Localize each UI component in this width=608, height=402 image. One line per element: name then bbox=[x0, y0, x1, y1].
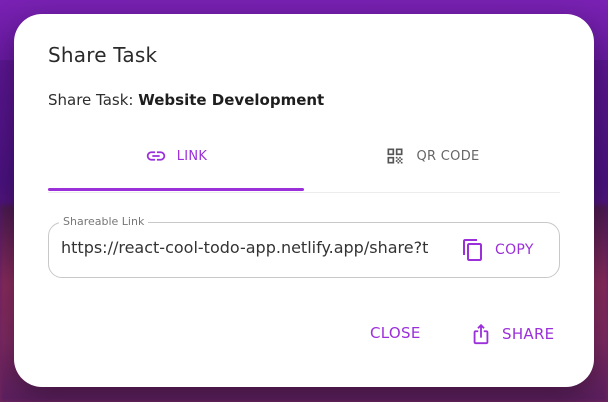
share-tabs: LINK QR CODE bbox=[48, 126, 560, 193]
share-task-dialog: Share Task Share Task: Website Developme… bbox=[14, 14, 594, 387]
share-button[interactable]: SHARE bbox=[470, 322, 554, 346]
copy-button[interactable]: COPY bbox=[461, 233, 534, 267]
tab-qr-label: QR CODE bbox=[416, 148, 480, 164]
shareable-link-label: Shareable Link bbox=[59, 215, 149, 228]
copy-icon bbox=[461, 238, 485, 262]
tab-qr-code[interactable]: QR CODE bbox=[304, 126, 560, 186]
dialog-subtitle: Share Task: Website Development bbox=[48, 91, 324, 109]
tab-link-label: LINK bbox=[176, 148, 208, 164]
tab-link[interactable]: LINK bbox=[48, 126, 304, 186]
qr-code-icon bbox=[384, 145, 406, 167]
link-icon bbox=[145, 145, 167, 167]
tab-indicator bbox=[48, 188, 304, 191]
share-label: SHARE bbox=[502, 325, 555, 343]
close-button[interactable]: CLOSE bbox=[370, 324, 421, 342]
share-icon bbox=[470, 322, 492, 346]
task-name: Website Development bbox=[138, 91, 325, 109]
shareable-link-input[interactable]: https://react-cool-todo-app.netlify.app/… bbox=[61, 238, 441, 257]
dialog-title: Share Task bbox=[48, 43, 158, 67]
copy-label: COPY bbox=[495, 242, 534, 258]
shareable-link-field: Shareable Link https://react-cool-todo-a… bbox=[48, 215, 560, 278]
subtitle-prefix: Share Task: bbox=[48, 91, 139, 109]
